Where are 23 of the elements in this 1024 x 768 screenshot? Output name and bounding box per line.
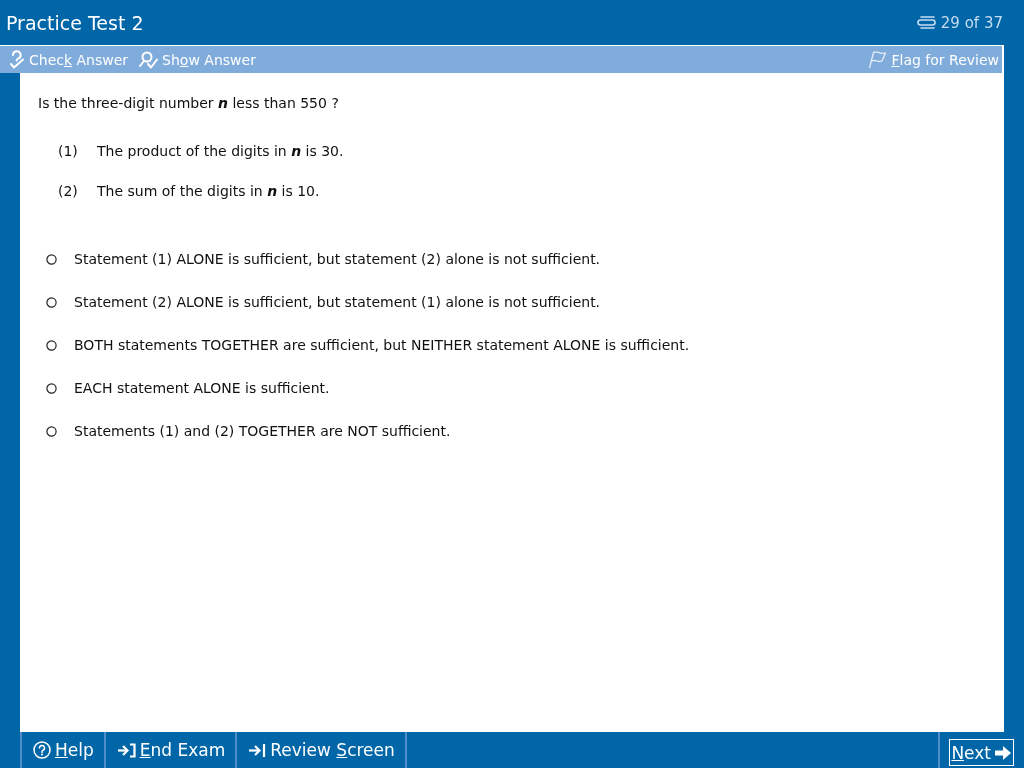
statement-text: The sum of the digits in n is 10.	[97, 182, 320, 201]
flag-icon	[868, 50, 888, 69]
arrow-right-icon	[994, 744, 1012, 761]
statement-text: The product of the digits in n is 30.	[97, 142, 344, 161]
end-exam-button[interactable]: End Exam	[103, 732, 236, 768]
statement-number: (1)	[58, 142, 79, 161]
answer-option[interactable]: EACH statement ALONE is sufficient.	[46, 378, 1004, 398]
answer-option[interactable]: Statements (1) and (2) TOGETHER are NOT sufficient.	[46, 421, 1004, 441]
answer-option[interactable]: Statement (2) ALONE is sufficient, but statement (1) alone is not sufficient.	[46, 292, 1004, 312]
question-text: Is the three-digit number n less than 550 ?	[38, 94, 340, 113]
arrow-bracket-icon	[116, 742, 136, 758]
magnifier-check-icon	[139, 50, 159, 69]
next-button[interactable]: Next	[949, 739, 1014, 766]
answer-option[interactable]: BOTH statements TOGETHER are sufficient, but NEITHER statement ALONE is sufficient.	[46, 335, 1004, 355]
stack-icon	[916, 16, 936, 29]
answer-option[interactable]: Statement (1) ALONE is sufficient, but statement (2) alone is not sufficient.	[46, 249, 1004, 269]
statement-number: (2)	[58, 182, 79, 201]
review-screen-button[interactable]: Review Screen	[235, 732, 407, 768]
help-button[interactable]: Help	[20, 732, 104, 768]
help-icon	[33, 741, 51, 759]
question-counter: 29 of 37	[940, 13, 1003, 32]
window-title: Practice Test 2	[6, 10, 144, 35]
question-check-icon	[9, 50, 25, 69]
